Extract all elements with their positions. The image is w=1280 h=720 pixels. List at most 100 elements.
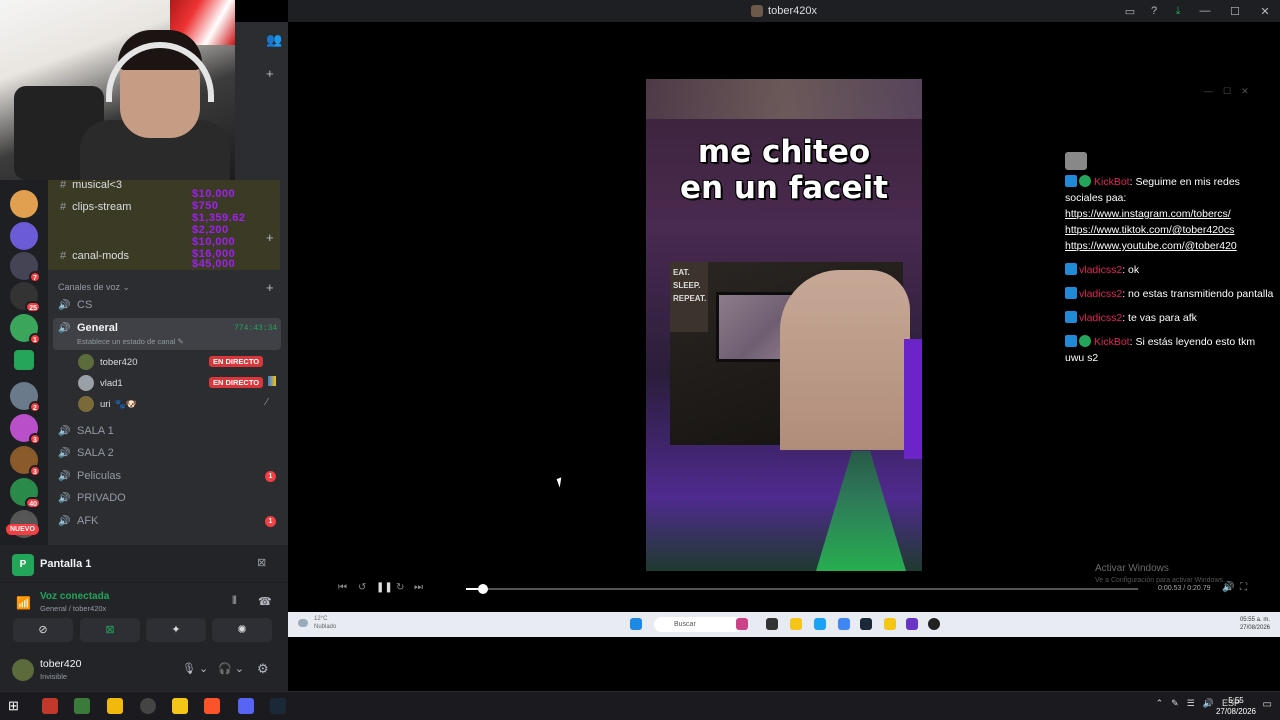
headphones-icon[interactable]: 🎧 ⌄	[218, 662, 244, 675]
server-icon[interactable]	[10, 190, 38, 218]
soundboard-button[interactable]: ✺	[212, 618, 272, 642]
screen-share-panel[interactable]: P Pantalla 1 ⊠	[0, 545, 288, 583]
muted-icon: ⁄	[266, 397, 268, 408]
inbox-icon[interactable]: ▭	[1118, 5, 1142, 18]
mention-badge: 3	[29, 465, 41, 477]
channel-label: CS	[77, 299, 93, 311]
rewind-icon[interactable]: ↺	[358, 582, 366, 593]
voice-status-title[interactable]: Voz conectada	[40, 591, 109, 602]
user-name[interactable]: tober420	[40, 658, 81, 670]
pause-icon[interactable]: ❚❚	[376, 582, 393, 593]
folder-icon[interactable]	[14, 350, 34, 370]
steam-icon[interactable]	[270, 698, 286, 714]
voice-channel-afk[interactable]: 🔊 AFK	[58, 515, 98, 527]
server-icon[interactable]: 3	[10, 446, 41, 477]
seek-handle[interactable]	[478, 584, 488, 594]
share-screen-button[interactable]: ⊠	[80, 618, 140, 642]
skip-start-icon[interactable]: ⏮	[338, 582, 347, 593]
fullscreen-icon[interactable]: ⛶	[1240, 582, 1247, 593]
taskbar-clock[interactable]: 5:55 27/08/2026	[1216, 695, 1256, 717]
streamed-taskbar: 12°C Nublado Buscar 05:55 a. m. 27/08/2026	[288, 612, 1280, 637]
add-voice-channel-icon[interactable]: +	[266, 280, 274, 295]
stop-share-icon[interactable]: ⊠	[257, 556, 266, 569]
app-icon[interactable]	[74, 698, 90, 714]
file-explorer-icon[interactable]	[172, 698, 188, 714]
discord-icon[interactable]	[238, 698, 254, 714]
person	[780, 270, 910, 450]
wifi-icon[interactable]: ☰	[1187, 698, 1195, 709]
noise-suppression-icon[interactable]: ⦀	[232, 595, 237, 608]
avatar[interactable]	[12, 659, 34, 681]
settings-gear-icon[interactable]: ⚙	[257, 661, 269, 677]
voice-channel-sala-2[interactable]: 🔊 SALA 2	[58, 447, 114, 459]
channel-status-text[interactable]: Establece un estado de canal ✎	[77, 337, 184, 346]
channel-musical[interactable]: # musical<3	[60, 179, 122, 191]
donation-amount: $10,000	[192, 236, 236, 248]
discord-window: { "window": {"title": "tober420x"}, "cha…	[0, 0, 1280, 720]
download-icon[interactable]: ⤓	[1166, 5, 1190, 18]
video-blur-top	[646, 79, 922, 119]
disconnect-icon[interactable]: ☎	[258, 595, 272, 608]
signal-icon[interactable]: 📶	[16, 596, 31, 610]
speaker-icon: 🔊	[58, 447, 71, 459]
video-player[interactable]: me chiteo en un faceit EAT. SLEEP. REPEA…	[646, 79, 922, 571]
chat-user: vladicss2	[1079, 264, 1123, 276]
channel-clips-stream[interactable]: # clips-stream	[60, 201, 131, 213]
voice-channel-general-label[interactable]: 🔊 General	[58, 322, 118, 334]
voice-user[interactable]: uri 🐾🐶	[78, 396, 137, 412]
voice-status-subtitle[interactable]: General / tober420x	[40, 604, 106, 613]
channel-canal-mods[interactable]: # canal-mods	[60, 250, 129, 262]
voice-channel-cs[interactable]: 🔊 CS	[58, 299, 92, 311]
chat-link[interactable]: https://www.tiktok.com/@tober420cs	[1065, 222, 1275, 238]
speaker-icon: 🔊	[58, 515, 71, 527]
camera-off-button[interactable]: ⊘	[13, 618, 73, 642]
chat-link[interactable]: https://www.youtube.com/@tober420	[1065, 238, 1275, 254]
voice-category[interactable]: Canales de voz ⌄	[58, 282, 130, 293]
chevron-up-icon[interactable]: ⌃	[1156, 698, 1164, 709]
skip-end-icon[interactable]: ⏭	[414, 582, 423, 593]
windows-start-icon[interactable]: ⊞	[8, 698, 24, 714]
chat-user: KickBot	[1094, 336, 1130, 348]
popout-controls[interactable]: — ☐ ✕	[1204, 86, 1249, 97]
chat-text: : te vas para afk	[1122, 312, 1197, 324]
status-text: Establece un estado de canal	[77, 337, 176, 346]
add-friend-icon[interactable]: 👥	[266, 32, 282, 48]
binance-icon[interactable]	[107, 698, 123, 714]
activities-button[interactable]: ✦	[146, 618, 206, 642]
unread-badge: 1	[265, 471, 276, 482]
voice-user[interactable]: vlad1	[78, 375, 123, 391]
server-icon[interactable]: 2	[10, 382, 41, 413]
server-icon[interactable]: 1	[10, 314, 41, 345]
tray-app-icon[interactable]: ✎	[1171, 698, 1179, 709]
category-label: Canales de voz	[58, 282, 121, 292]
notification-icon[interactable]: ▭	[1263, 699, 1272, 710]
channel-label: SALA 2	[77, 447, 114, 459]
server-icon[interactable]: 40	[10, 478, 41, 509]
app-icon[interactable]	[42, 698, 58, 714]
server-icon[interactable]: 25	[10, 282, 41, 313]
voice-channel-privado[interactable]: 🔊 PRIVADO	[58, 492, 126, 504]
seek-track[interactable]	[466, 588, 1138, 590]
chat-link[interactable]: https://www.instagram.com/tobercs/	[1065, 206, 1275, 222]
close-button[interactable]: ✕	[1250, 5, 1280, 18]
volume-icon[interactable]: 🔊	[1222, 582, 1234, 593]
add-channel-icon[interactable]: +	[266, 66, 274, 81]
weather-temp: 12°C	[314, 616, 328, 622]
voice-channel-peliculas[interactable]: 🔊 Peliculas	[58, 470, 121, 482]
server-icon[interactable]: 7	[10, 252, 41, 283]
server-icon[interactable]: 3	[10, 414, 41, 445]
volume-icon[interactable]: 🔊	[1203, 698, 1214, 709]
add-channel-icon[interactable]: +	[266, 230, 274, 245]
video-clip-frame: EAT. SLEEP. REPEAT.	[670, 262, 910, 450]
voice-channel-sala-1[interactable]: 🔊 SALA 1	[58, 425, 114, 437]
minimize-button[interactable]: —	[1190, 5, 1220, 17]
help-icon[interactable]: ?	[1142, 5, 1166, 17]
microphone-icon[interactable]: 🎙 ⌄	[182, 662, 208, 675]
search-placeholder: Buscar	[674, 621, 696, 628]
voice-user[interactable]: tober420	[78, 354, 138, 370]
brave-icon[interactable]	[204, 698, 220, 714]
app-icon[interactable]	[140, 698, 156, 714]
forward-icon[interactable]: ↻	[396, 582, 404, 593]
maximize-button[interactable]: ☐	[1220, 5, 1250, 18]
server-icon[interactable]	[10, 222, 38, 250]
